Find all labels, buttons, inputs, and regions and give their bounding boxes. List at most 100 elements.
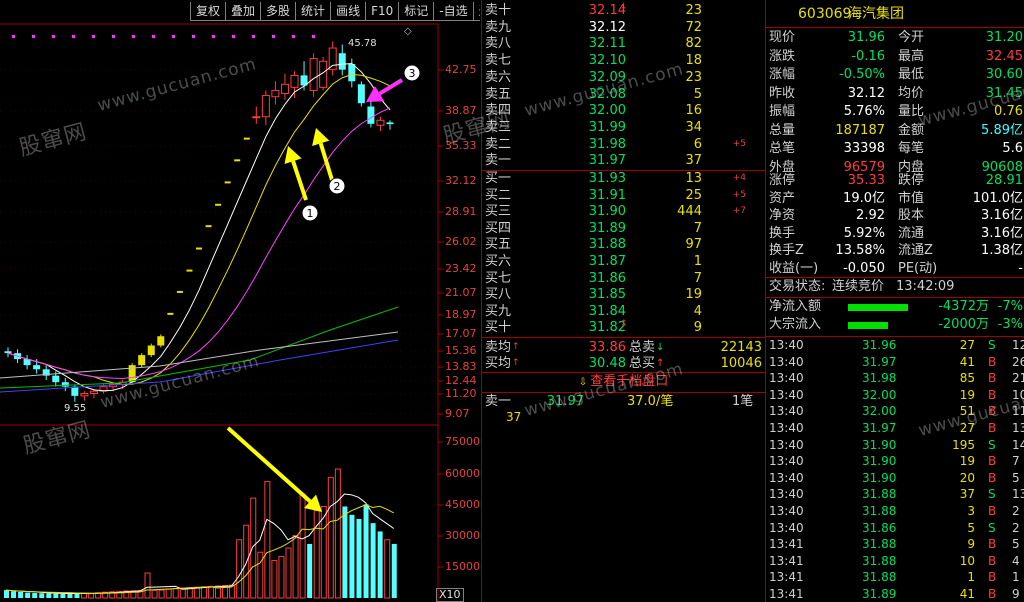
toolbar-button-3[interactable]: 统计 (295, 2, 331, 21)
asks-row[interactable]: 卖九 32.12 72 (482, 19, 765, 36)
candle (271, 81, 280, 105)
asks-row[interactable]: 卖七 32.10 18 (482, 52, 765, 69)
kline-chart-panel[interactable]: ◇123 复权叠加多股统计画线F10标记-自选返回 42.7538.8735.3… (0, 0, 480, 602)
candle (386, 120, 394, 130)
volume-bar (342, 506, 348, 598)
toolbar-button-0[interactable]: 复权 (190, 2, 226, 21)
volume-bar (299, 493, 306, 599)
volume-bar (158, 589, 165, 599)
candle (23, 355, 31, 370)
high-annotation: 45.78 (348, 38, 377, 49)
asks-row[interactable]: 卖三 31.99 34 (482, 119, 765, 136)
candle (338, 44, 346, 76)
tick-row[interactable]: 13:40 31.96 27 S 12 (766, 337, 1024, 354)
volume-bar (81, 592, 88, 599)
annotation-label: 3 (403, 64, 421, 82)
tick-row[interactable]: 13:41 31.89 41 B 9 (766, 586, 1024, 602)
svg-text:◇: ◇ (404, 26, 412, 37)
asks-row[interactable]: 卖八 32.11 82 (482, 35, 765, 52)
price-tick: 23.42 (445, 262, 477, 275)
tick-row[interactable]: 13:40 31.90 19 B 7 (766, 453, 1024, 470)
sell1-sub-volume: 37 (506, 410, 522, 424)
candle (80, 391, 89, 401)
volume-bar (151, 589, 158, 599)
asks-row[interactable]: 卖二 31.98 6 +5 (482, 136, 765, 153)
volume-tick: 45000 (445, 498, 480, 511)
ma-legend-dot (192, 35, 195, 38)
tick-row[interactable]: 13:41 31.88 9 B 5 (766, 536, 1024, 553)
quote-panel: 603069 海汽集团 现价 31.96 今开 31.20 涨跌 -0.16 最高 32.45… (765, 0, 1024, 602)
asks-row[interactable]: 卖十 32.14 ↓ 23 (482, 2, 765, 19)
price-tick: 26.02 (445, 235, 477, 248)
kline-chart[interactable]: ◇ 1 2 3 (0, 0, 480, 602)
toolbar-button-1[interactable]: 叠加 (225, 2, 261, 21)
volume-bar (243, 524, 250, 599)
volume-bar (278, 555, 285, 599)
bids-row[interactable]: 买二 31.91 25 +5 (482, 187, 765, 204)
ma-legend-dot (52, 35, 55, 38)
price-tick: 17.07 (445, 327, 477, 340)
volume-bar (46, 593, 52, 598)
tick-row[interactable]: 13:40 31.86 5 S 2 (766, 520, 1024, 537)
tick-row[interactable]: 13:40 32.00 19 B 10 (766, 387, 1024, 404)
price-tick: 28.91 (445, 205, 477, 218)
tick-row[interactable]: 13:40 31.90 20 B 5 (766, 470, 1024, 487)
quote-row: 净资 2.92 股本 3.16亿 (769, 208, 1023, 224)
volume-bar (60, 593, 66, 598)
volume-bar (356, 518, 362, 598)
toolbar-button-5[interactable]: F10 (365, 2, 399, 21)
candle (147, 343, 155, 358)
annotation-label: 2 (328, 177, 346, 195)
bids-row[interactable]: 买三 31.90 444 +7 (482, 203, 765, 220)
toolbar-button-7[interactable]: -自选 (433, 2, 473, 21)
tick-row[interactable]: 13:40 31.88 3 B 2 (766, 503, 1024, 520)
bids-row[interactable]: 买五 31.88 97 (482, 236, 765, 253)
volume-bar (349, 514, 355, 598)
volume-bar (285, 547, 292, 599)
volume-bar (200, 586, 207, 599)
volume-bar (11, 591, 17, 598)
bids-row[interactable]: 买六 31.87 1 (482, 253, 765, 270)
chart-toolbar: 复权叠加多股统计画线F10标记-自选返回 (190, 2, 480, 22)
volume-bar (236, 539, 243, 599)
quote-row: 涨幅 -0.50% 最低 30.60 (769, 67, 1023, 82)
bids-row[interactable]: 买四 31.89 7 (482, 220, 765, 237)
toolbar-button-8[interactable]: 返回 (472, 2, 480, 21)
bid-average-row: 买均 ↑ 30.48 总买 ↑ 10046 (485, 356, 762, 371)
tick-row[interactable]: 13:41 31.88 10 B 4 (766, 553, 1024, 570)
asks-row[interactable]: 卖一 31.97 37 (482, 152, 765, 169)
ma-legend-dot (92, 35, 95, 38)
ma-legend-dot (212, 35, 215, 38)
price-tick: 32.12 (445, 174, 477, 187)
quote-row: 收益(一) -0.050 PE(动) - (769, 261, 1023, 276)
annotation-label: 1 (301, 204, 319, 222)
candle (290, 71, 299, 99)
bids-row[interactable]: 买一 31.93 13 +4 (482, 170, 765, 187)
toolbar-button-4[interactable]: 画线 (330, 2, 366, 21)
bids-row[interactable]: 买七 31.86 7 (482, 270, 765, 287)
tick-row[interactable]: 13:40 31.98 85 B 21 (766, 370, 1024, 387)
toolbar-button-2[interactable]: 多股 (260, 2, 296, 21)
quote-row: 换手 5.92% 流通 3.16亿 (769, 225, 1023, 241)
toolbar-button-6[interactable]: 标记 (398, 2, 434, 21)
volume-bar (172, 588, 179, 599)
tick-row[interactable]: 13:40 31.97 41 B 26 (766, 354, 1024, 371)
tick-row[interactable]: 13:41 31.88 1 B 1 (766, 569, 1024, 586)
price-tick: 13.83 (445, 360, 477, 373)
stock-name: 海汽集团 (848, 6, 904, 22)
volume-bar (250, 497, 257, 599)
svg-text:1: 1 (307, 207, 314, 220)
ma-legend-dot (292, 35, 295, 38)
tick-row[interactable]: 13:40 31.90 195 S 14 (766, 437, 1024, 454)
bids-row[interactable]: 买八 31.85 19 (482, 286, 765, 303)
tick-row[interactable]: 13:40 31.88 37 S 13 (766, 486, 1024, 503)
candle (367, 99, 375, 128)
ma-legend-dot (72, 35, 75, 38)
volume-tick: 30000 (445, 529, 480, 542)
bids-row[interactable]: 买十 31.82 ↕ 9 (482, 319, 765, 336)
volume-bar (377, 531, 383, 598)
volume-bar (292, 535, 299, 599)
arrow-2 (312, 128, 334, 181)
ma-legend-dot (112, 35, 115, 38)
candle (357, 81, 365, 107)
